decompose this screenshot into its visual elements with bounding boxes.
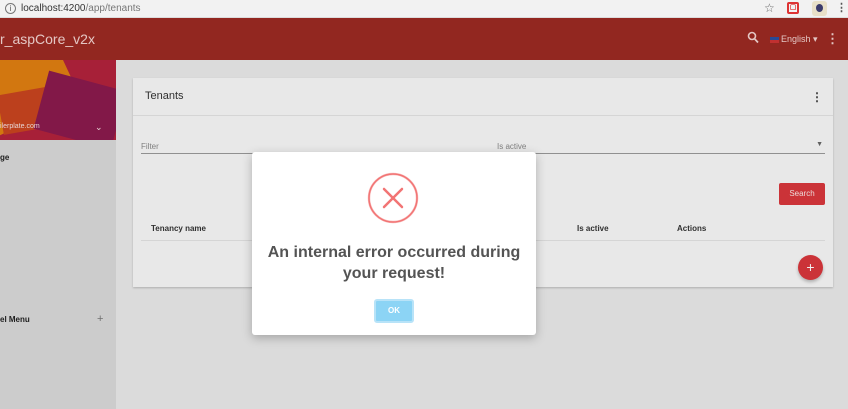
address-url[interactable]: localhost:4200/app/tenants — [21, 3, 141, 14]
browser-menu-icon[interactable]: ⋮ — [836, 1, 847, 14]
browser-address-bar: i localhost:4200/app/tenants ☆ ▢ ⋮ — [0, 0, 848, 18]
error-x-icon — [367, 172, 419, 224]
profile-avatar-icon[interactable] — [812, 1, 827, 16]
info-icon[interactable]: i — [5, 3, 16, 14]
extension-icon[interactable]: ▢ — [787, 2, 799, 14]
ok-button[interactable]: OK — [374, 299, 414, 323]
error-dialog: An internal error occurred during your r… — [252, 152, 536, 335]
url-host: localhost:4200 — [21, 3, 86, 14]
url-path: /app/tenants — [85, 3, 141, 14]
bookmark-star-icon[interactable]: ☆ — [764, 1, 775, 15]
error-message: An internal error occurred during your r… — [267, 244, 521, 282]
